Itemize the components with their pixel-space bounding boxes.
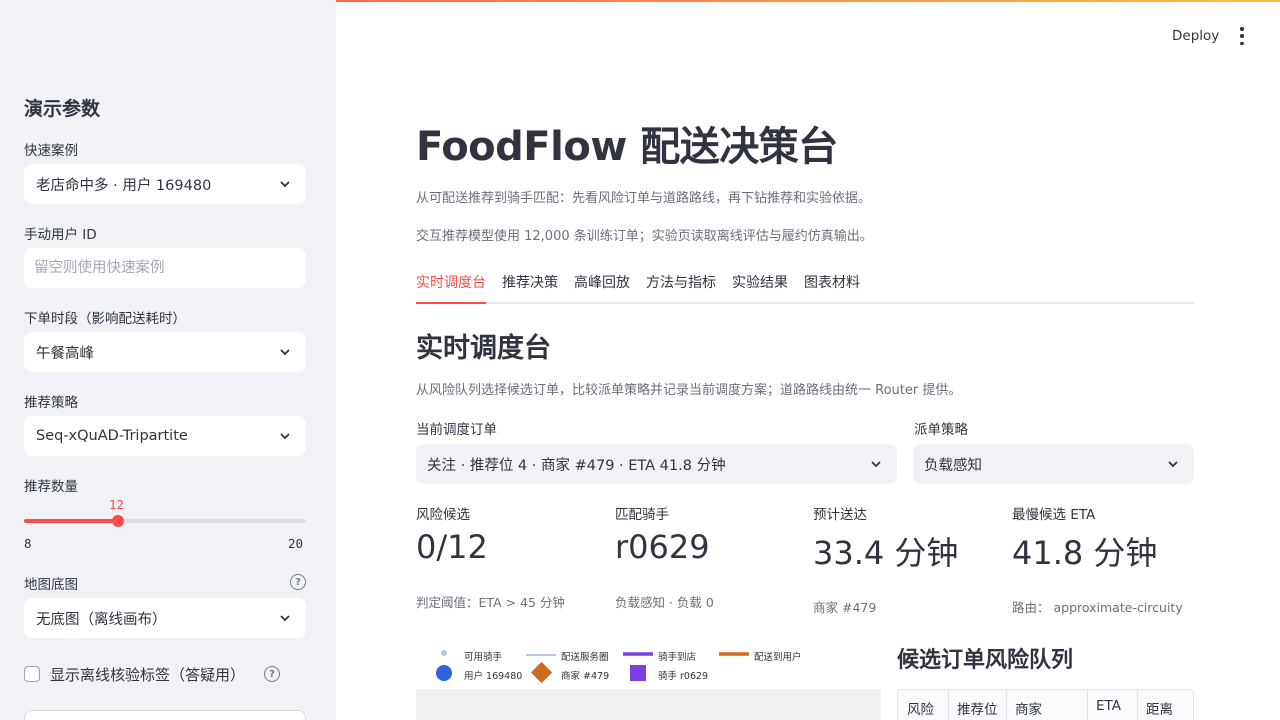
sidebar: 演示参数 快速案例 老店命中多 · 用户 169480 手动用户 ID 下单时段… [0,0,336,720]
current-order-select[interactable]: 关注 · 推荐位 4 · 商家 #479 · ETA 41.8 分钟 [416,444,897,484]
strategy-value: Seq-xQuAD-Tripartite [36,428,188,444]
chevron-down-icon [280,181,290,188]
current-order-label: 当前调度订单 [416,422,497,438]
deploy-button[interactable]: Deploy [1162,26,1229,46]
metric-delta: 路由： approximate-circuity [1012,600,1183,615]
slider-fill [24,519,118,523]
order-time-value: 午餐高峰 [36,345,94,362]
metric-value: 0/12 [416,528,488,566]
column-header-rank[interactable]: 推荐位 [957,698,998,718]
legend-deliver-to-user: 配送到用户 [754,652,802,663]
strategy-select[interactable]: Seq-xQuAD-Tripartite [24,416,306,456]
vertical-dots-icon[interactable] [1232,27,1252,45]
available-rider-marker [441,650,447,656]
legend-available-rider: 可用骑手 [464,652,503,663]
rec-count-label: 推荐数量 [24,479,78,495]
slider-min: 8 [24,536,32,551]
page-title: FoodFlow 配送决策台 [416,124,838,170]
legend-user: 用户 169480 [464,671,523,682]
page-caption-1: 从可配送推荐到骑手匹配：先看风险订单与道路路线，再下钻推荐和实验依据。 [416,191,872,206]
quick-case-value: 老店命中多 · 用户 169480 [36,177,212,194]
question-circle-icon[interactable]: ? [264,666,280,682]
legend-rider: 骑手 r0629 [658,671,709,682]
risk-queue-title: 候选订单风险队列 [897,648,1074,673]
metric-label: 预计送达 [813,507,867,523]
basemap-select[interactable]: 无底图（离线画布） [24,598,306,638]
order-time-select[interactable]: 午餐高峰 [24,332,306,372]
tab-peak-replay[interactable]: 高峰回放 [574,272,630,302]
risk-queue-table[interactable]: 风险 推荐位 商家 ETA 距离km [897,689,1194,720]
order-time-label: 下单时段（影响配送耗时） [24,311,186,327]
manual-user-input[interactable] [24,248,306,288]
chevron-down-icon [280,433,290,440]
chevron-down-icon [1168,461,1178,468]
column-header-distance[interactable]: 距离km [1146,698,1193,720]
column-divider [948,690,949,720]
sidebar-button-cut-off[interactable] [24,710,306,720]
column-header-store[interactable]: 商家 [1015,698,1042,718]
column-divider [1137,690,1138,720]
slider-thumb[interactable] [112,515,124,527]
section-caption: 从风险队列选择候选订单，比较派单策略并记录当前调度方案；道路路线由统一 Rout… [416,383,962,398]
metric-value: r0629 [615,528,710,566]
offline-check-label[interactable]: 显示离线核验标签（答疑用） [50,664,245,685]
offline-check-checkbox[interactable] [24,666,40,682]
tab-methods-metrics[interactable]: 方法与指标 [646,272,716,302]
legend-service-circle: 配送服务圈 [561,652,609,663]
dispatch-strategy-label: 派单策略 [914,422,968,438]
user-marker [436,665,452,681]
tab-bar: 实时调度台 推荐决策 高峰回放 方法与指标 实验结果 图表材料 [416,268,1194,304]
dispatch-strategy-select[interactable]: 负载感知 [913,444,1194,484]
quick-case-select[interactable]: 老店命中多 · 用户 169480 [24,164,306,204]
tab-recommendation[interactable]: 推荐决策 [502,272,558,302]
rider-marker [630,665,646,681]
metric-delta: 判定阈值：ETA > 45 分钟 [416,595,565,610]
map-canvas[interactable] [416,689,881,720]
column-divider [1087,690,1088,720]
metric-label: 匹配骑手 [615,507,669,523]
section-title: 实时调度台 [416,333,551,364]
metric-value: 41.8 分钟 [1012,534,1158,572]
chevron-down-icon [280,615,290,622]
chevron-down-icon [280,349,290,356]
metric-label: 风险候选 [416,507,470,523]
rec-count-slider-track[interactable] [24,519,306,523]
question-circle-icon[interactable]: ? [290,574,306,590]
slider-max: 20 [288,536,304,551]
chevron-down-icon [871,461,881,468]
dispatch-strategy-value: 负载感知 [924,457,982,474]
legend-rider-to-store: 骑手到店 [658,652,697,663]
strategy-label: 推荐策略 [24,395,78,411]
basemap-label: 地图底图 [24,577,78,593]
quick-case-label: 快速案例 [24,143,78,159]
tab-experiment-results[interactable]: 实验结果 [732,272,788,302]
manual-user-label: 手动用户 ID [24,227,97,243]
tab-realtime-dispatch[interactable]: 实时调度台 [416,272,486,304]
column-header-risk[interactable]: 风险 [907,698,934,718]
metric-value: 33.4 分钟 [813,534,959,572]
current-order-value: 关注 · 推荐位 4 · 商家 #479 · ETA 41.8 分钟 [427,457,726,474]
metric-delta: 负载感知 · 负载 0 [615,595,714,610]
column-header-eta[interactable]: ETA [1096,698,1121,714]
column-divider [1006,690,1007,720]
tab-chart-materials[interactable]: 图表材料 [804,272,860,302]
store-marker [530,661,553,684]
legend-store: 商家 #479 [561,671,610,682]
metric-label: 最慢候选 ETA [1012,507,1096,523]
basemap-value: 无底图（离线画布） [36,611,167,628]
sidebar-title: 演示参数 [24,98,101,120]
page-caption-2: 交互推荐模型使用 12,000 条训练订单；实验页读取离线评估与履约仿真输出。 [416,229,873,244]
metric-delta: 商家 #479 [813,600,877,615]
slider-value: 12 [109,497,125,512]
